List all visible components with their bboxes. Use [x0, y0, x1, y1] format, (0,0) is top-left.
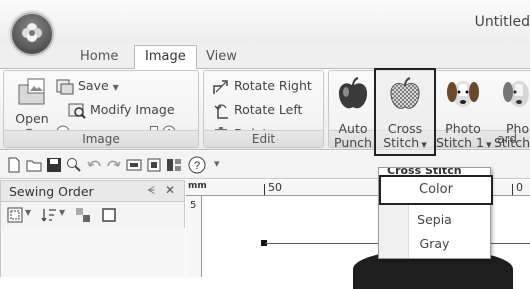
sewing-order-list[interactable] [0, 228, 185, 277]
cross-stitch-button[interactable]: Cross Stitch ▼ [376, 76, 434, 150]
open-button[interactable]: Open ▼ [12, 77, 52, 137]
ruler-unit: mm [188, 181, 207, 191]
menu-item-color[interactable]: Color [379, 175, 493, 205]
rotate-left-button[interactable]: Rotate Left [212, 101, 302, 119]
cross-stitch-label-1: Cross [387, 121, 423, 136]
frame-icon[interactable] [146, 157, 162, 173]
cross-stitch-apple-icon [390, 77, 420, 109]
save-icon[interactable] [46, 157, 62, 173]
photo-stitch-1-dropdown-arrow-icon: ▼ [483, 141, 492, 149]
cross-stitch-dropdown-arrow-icon: ▼ [419, 141, 427, 149]
open-folder-icon[interactable] [26, 157, 42, 173]
sewing-order-toolbar: ▼ ▼ [0, 202, 185, 228]
ribbon-group-image: Open ▼ Save ▼ Modify Image Image [3, 70, 199, 148]
apple-icon [338, 77, 368, 109]
menu-item-gray[interactable]: Gray [379, 232, 490, 256]
rotate-left-icon [214, 103, 228, 119]
ruler-tick-mark [264, 184, 265, 195]
open-image-icon [18, 78, 45, 105]
rotate-left-label: Rotate Left [233, 102, 303, 117]
group-icon[interactable] [75, 207, 91, 223]
photo-stitch-2-label-2: Stitch [494, 135, 530, 149]
zoom-icon[interactable] [66, 157, 82, 173]
rotate-right-label: Rotate Right [233, 78, 312, 93]
dog-icon [447, 81, 479, 107]
new-file-icon[interactable] [6, 157, 22, 173]
frame-select-icon[interactable] [101, 207, 117, 223]
edit-group-label: Edit [204, 130, 323, 147]
display-icon[interactable] [126, 157, 142, 173]
menu-item-sepia[interactable]: Sepia [379, 208, 490, 232]
view-select-icon[interactable] [7, 207, 23, 223]
customize-toolbar-icon[interactable]: ▾ [214, 157, 220, 170]
window-title: Untitled [474, 14, 530, 30]
undo-icon[interactable] [86, 157, 102, 173]
modify-image-button[interactable]: Modify Image [68, 101, 175, 119]
ribbon-group-edit: Rotate Right Rotate Left Delete Edit [203, 70, 324, 148]
svg-text:?: ? [194, 160, 200, 172]
layout-icon[interactable] [166, 157, 182, 173]
app-logo-icon [22, 23, 42, 42]
photo-stitch-2-label-1: Pho [506, 121, 530, 136]
photo-stitch-1-button[interactable]: Photo Stitch 1 ▼ [436, 76, 492, 150]
rotate-right-button[interactable]: Rotate Right [212, 77, 312, 95]
application-menu-button[interactable] [10, 12, 54, 56]
pin-icon[interactable]: ᗕ [147, 184, 155, 198]
ruler-tick-mark-2 [512, 184, 513, 195]
open-label: Open [15, 111, 49, 126]
help-icon[interactable]: ? [188, 156, 206, 174]
cross-stitch-label-2: Stitch ▼ [383, 135, 427, 150]
rotate-right-icon [213, 79, 228, 94]
view-select-arrow-icon[interactable]: ▼ [25, 208, 31, 217]
tab-view[interactable]: View [196, 48, 247, 68]
sewing-order-title: Sewing Order [9, 184, 94, 199]
modify-image-label: Modify Image [89, 102, 175, 117]
modify-image-icon [68, 103, 86, 119]
title-bar: Untitled [0, 0, 530, 44]
auto-punch-button[interactable]: Auto Punch [332, 76, 374, 150]
vertical-ruler: 5 [186, 196, 202, 277]
auto-punch-label-2: Punch [334, 135, 372, 150]
image-group-label: Image [4, 130, 198, 147]
save-image-icon [56, 79, 74, 94]
photo-stitch-1-label-2: Stitch 1 ▼ [436, 135, 492, 150]
close-pane-icon[interactable]: ✕ [165, 183, 175, 197]
sort-icon[interactable] [41, 207, 57, 223]
photo-stitch-1-label-1: Photo [445, 121, 481, 136]
ruler-vert-5: 5 [190, 200, 197, 211]
redo-icon[interactable] [106, 157, 122, 173]
save-dropdown-arrow-icon: ▼ [112, 83, 119, 92]
ruler-tick-50: 50 [268, 181, 282, 194]
ruler-tick-partial: 0 [516, 181, 523, 194]
save-label: Save [77, 78, 109, 93]
auto-punch-label-1: Auto [338, 121, 368, 136]
sewing-order-header: Sewing Order ᗕ ✕ [0, 180, 185, 202]
dog-gray-icon [503, 81, 529, 107]
save-button[interactable]: Save ▼ [56, 77, 119, 95]
tab-image[interactable]: Image [134, 45, 197, 69]
sort-arrow-icon[interactable]: ▼ [59, 208, 65, 217]
photo-stitch-2-button[interactable]: Pho Stitch [494, 76, 530, 148]
tab-home[interactable]: Home [70, 48, 128, 68]
